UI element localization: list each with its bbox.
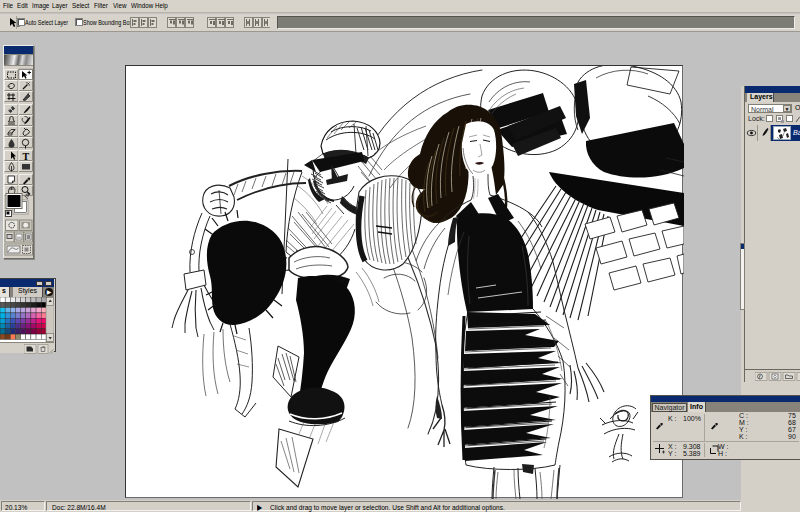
svg-text:T: T xyxy=(23,151,30,162)
